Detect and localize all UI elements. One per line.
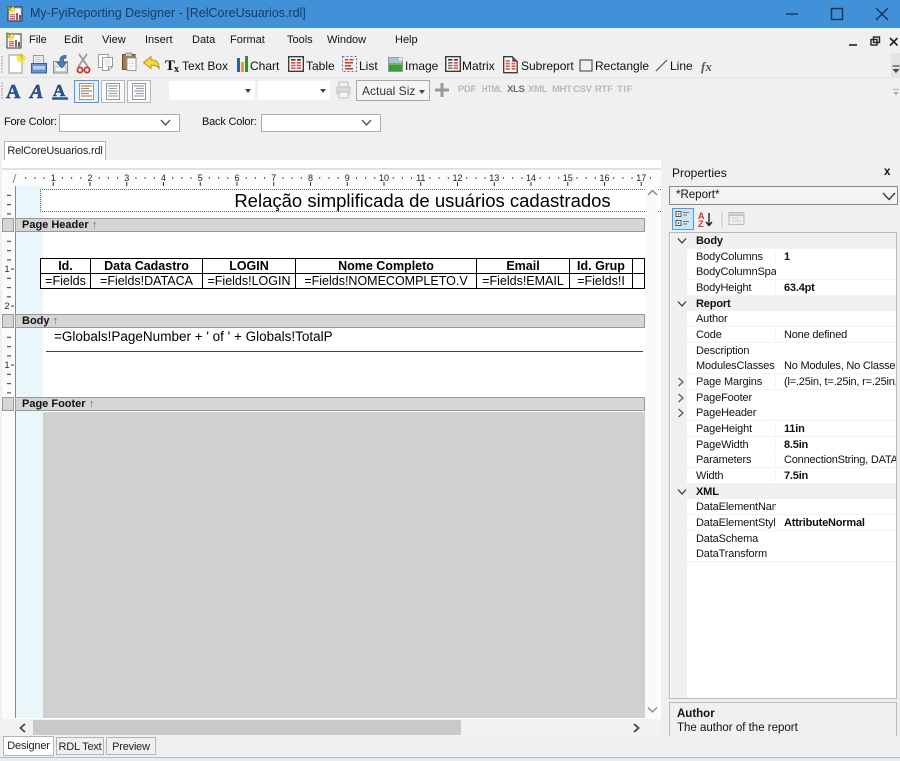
svg-text:x: x <box>174 64 179 75</box>
svg-text:A: A <box>28 81 43 103</box>
svg-text:2: 2 <box>4 301 9 311</box>
svg-text:16: 16 <box>599 173 609 183</box>
svg-text:10: 10 <box>379 173 389 183</box>
svg-text:13: 13 <box>489 173 499 183</box>
svg-text:A: A <box>6 81 21 103</box>
svg-text:5: 5 <box>198 173 203 183</box>
svg-text:9: 9 <box>345 173 350 183</box>
svg-text:Z: Z <box>698 219 704 229</box>
svg-text:A: A <box>53 81 66 100</box>
svg-text:2: 2 <box>87 173 92 183</box>
svg-text:1: 1 <box>4 264 9 274</box>
svg-text:6: 6 <box>234 173 239 183</box>
svg-text:1: 1 <box>4 360 9 370</box>
svg-text:11: 11 <box>416 173 425 183</box>
svg-text:8: 8 <box>308 173 313 183</box>
svg-text:12: 12 <box>452 173 462 183</box>
svg-text:3: 3 <box>124 173 129 183</box>
svg-text:7: 7 <box>271 173 276 183</box>
svg-text:14: 14 <box>526 173 536 183</box>
svg-text:15: 15 <box>563 173 573 183</box>
svg-text:17: 17 <box>636 173 646 183</box>
svg-text:1: 1 <box>51 173 56 183</box>
svg-text:4: 4 <box>161 173 166 183</box>
